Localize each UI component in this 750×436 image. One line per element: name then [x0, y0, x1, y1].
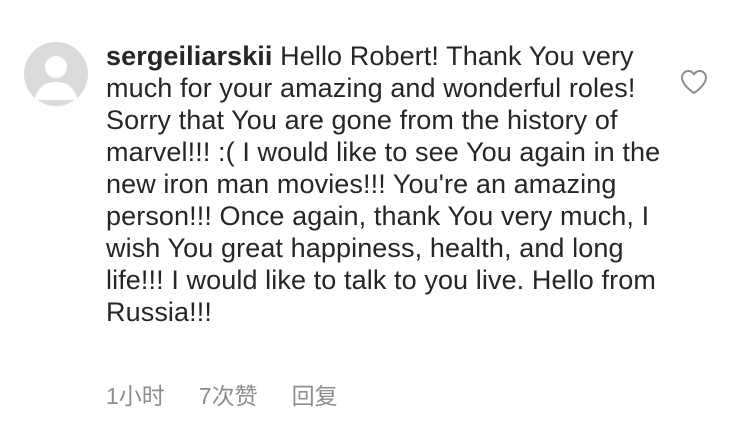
comment-meta: 1小时 7次赞 回复 — [106, 382, 338, 410]
comment-body: sergeiliarskii Hello Robert! Thank You v… — [106, 40, 666, 328]
avatar[interactable] — [24, 42, 88, 106]
heart-icon[interactable] — [680, 69, 708, 95]
comment-likes-count[interactable]: 7次赞 — [199, 382, 258, 410]
reply-button[interactable]: 回复 — [292, 382, 338, 410]
comment-username[interactable]: sergeiliarskii — [106, 41, 273, 71]
comment-timestamp: 1小时 — [106, 383, 165, 409]
default-avatar-icon — [24, 42, 88, 106]
comment-text: Hello Robert! Thank You very much for yo… — [106, 41, 661, 327]
comment-item: sergeiliarskii Hello Robert! Thank You v… — [0, 0, 750, 436]
